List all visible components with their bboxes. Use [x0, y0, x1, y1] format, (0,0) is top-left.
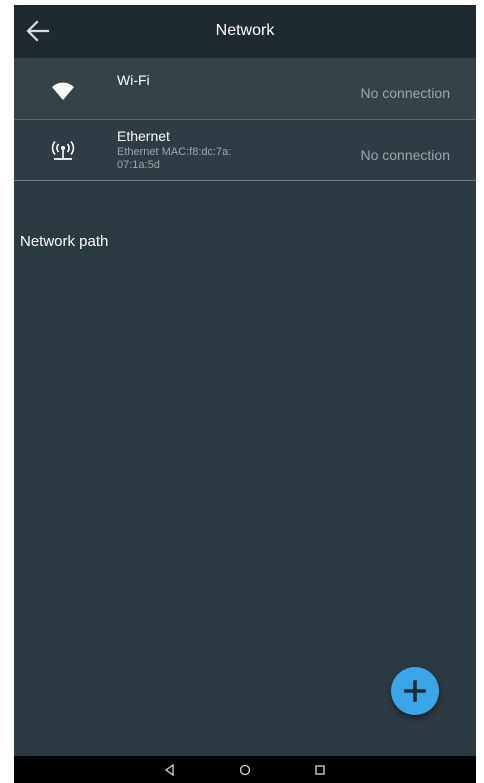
wifi-label: Wi-Fi: [117, 72, 150, 88]
wifi-status: No connection: [360, 85, 450, 101]
nav-recents-square-icon: [315, 765, 325, 775]
wifi-icon: [50, 78, 76, 104]
ethernet-status: No connection: [360, 147, 450, 163]
ethernet-antenna-icon: [50, 138, 76, 164]
ethernet-mac-address: Ethernet MAC:f8:dc:7a: 07:1a:5d: [117, 146, 232, 171]
nav-home-circle-icon: [239, 764, 251, 776]
network-screen: Network Wi-Fi No connection Ethernet Eth…: [14, 5, 476, 783]
nav-home-button[interactable]: [237, 762, 253, 778]
nav-back-button[interactable]: [162, 762, 178, 778]
app-bar: Network: [14, 5, 476, 58]
nav-recents-button[interactable]: [312, 762, 328, 778]
nav-back-triangle-icon: [164, 763, 174, 777]
network-path-heading: Network path: [20, 233, 109, 250]
ethernet-label: Ethernet: [117, 128, 170, 144]
ethernet-row[interactable]: Ethernet Ethernet MAC:f8:dc:7a: 07:1a:5d…: [14, 120, 476, 181]
plus-icon: [404, 680, 426, 702]
system-navigation-bar: [14, 756, 476, 783]
page-title: Network: [215, 22, 275, 39]
wifi-row[interactable]: Wi-Fi No connection: [14, 58, 476, 120]
add-network-path-button[interactable]: [391, 667, 439, 715]
